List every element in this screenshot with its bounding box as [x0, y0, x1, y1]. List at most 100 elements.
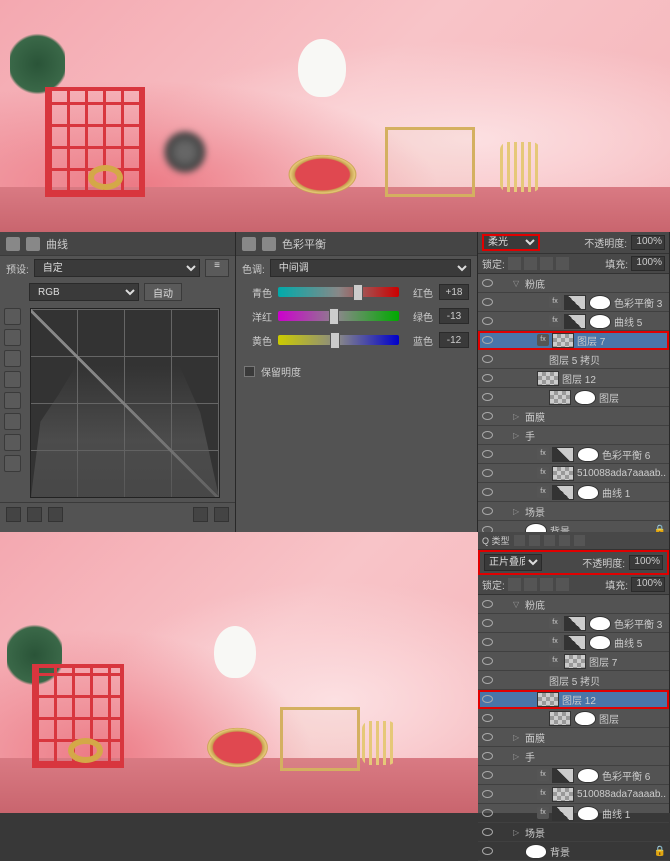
yellow-blue-slider[interactable] — [278, 335, 399, 345]
eyedrop-gray-icon[interactable] — [4, 350, 21, 367]
visibility-toggle-icon[interactable] — [481, 731, 493, 743]
delete-icon[interactable] — [214, 507, 229, 522]
layer-row[interactable]: ▽粉底 — [478, 595, 669, 614]
layer-row[interactable]: 图层 5 拷贝 — [478, 350, 669, 369]
eyedrop-white-icon[interactable] — [4, 371, 21, 388]
visibility-toggle-icon[interactable] — [481, 826, 493, 838]
lock-artboard-icon[interactable] — [540, 257, 553, 270]
layer-row[interactable]: fx510088ada7aaaab... — [478, 464, 669, 483]
visibility-toggle-icon[interactable] — [481, 448, 493, 460]
layer-row[interactable]: fx曲线 1 — [478, 804, 669, 823]
visibility-toggle-icon[interactable] — [481, 788, 493, 800]
layer-row[interactable]: fx色彩平衡 6 — [478, 766, 669, 785]
lock-pixels-icon[interactable] — [508, 578, 521, 591]
layer-row[interactable]: fx色彩平衡 6 — [478, 445, 669, 464]
layer-row[interactable]: 图层 12 — [478, 690, 669, 709]
layer-row[interactable]: ▽粉底 — [478, 274, 669, 293]
visibility-toggle-icon[interactable] — [481, 674, 493, 686]
yb-value[interactable]: -12 — [439, 332, 469, 348]
view-prev-icon[interactable] — [27, 507, 42, 522]
visibility-toggle-icon[interactable] — [481, 807, 493, 819]
layer-row[interactable]: fx图层 7 — [478, 331, 669, 350]
layer-row[interactable]: fx曲线 5 — [478, 633, 669, 652]
cr-value[interactable]: +18 — [439, 284, 469, 300]
visibility-toggle-icon[interactable] — [481, 372, 493, 384]
expand-chevron-icon[interactable]: ▷ — [513, 431, 522, 440]
blend-mode-select-2[interactable]: 正片叠底 — [484, 554, 542, 571]
visibility-toggle-icon[interactable] — [481, 712, 493, 724]
layer-row[interactable]: 图层 — [478, 388, 669, 407]
visibility-toggle-icon[interactable] — [481, 750, 493, 762]
visibility-toggle-icon[interactable] — [481, 486, 493, 498]
lock-all-icon[interactable] — [556, 257, 569, 270]
layer-row[interactable]: ▷场景 — [478, 502, 669, 521]
layer-row[interactable]: 图层 5 拷贝 — [478, 671, 669, 690]
layer-row[interactable]: fx色彩平衡 3 — [478, 614, 669, 633]
expand-chevron-icon[interactable]: ▷ — [513, 752, 522, 761]
lock-all-icon[interactable] — [556, 578, 569, 591]
expand-chevron-icon[interactable]: ▷ — [513, 733, 522, 742]
visibility-toggle-icon[interactable] — [481, 845, 493, 857]
expand-chevron-icon[interactable]: ▷ — [513, 507, 522, 516]
filter-shape-icon[interactable] — [559, 535, 570, 546]
lock-position-icon[interactable] — [524, 578, 537, 591]
reset-icon[interactable] — [48, 507, 63, 522]
lock-position-icon[interactable] — [524, 257, 537, 270]
auto-button[interactable]: 自动 — [144, 283, 182, 301]
filter-type-icon[interactable] — [544, 535, 555, 546]
visibility-toggle-icon[interactable] — [481, 769, 493, 781]
layer-row[interactable]: ▷手 — [478, 747, 669, 766]
layer-row[interactable]: fx510088ada7aaaab... — [478, 785, 669, 804]
layer-row[interactable]: ▷手 — [478, 426, 669, 445]
visibility-toggle-icon[interactable] — [481, 277, 493, 289]
visibility-toggle-icon[interactable] — [481, 296, 493, 308]
expand-chevron-icon[interactable]: ▷ — [513, 828, 522, 837]
visibility-toggle-icon[interactable] — [481, 693, 493, 705]
clip-icon[interactable] — [6, 507, 21, 522]
pencil-icon[interactable] — [4, 413, 21, 430]
filter-adj-icon[interactable] — [529, 535, 540, 546]
opacity-value[interactable]: 100% — [631, 235, 665, 250]
layer-row[interactable]: 图层 12 — [478, 369, 669, 388]
visibility-toggle-icon[interactable] — [481, 391, 493, 403]
sampler-icon[interactable] — [4, 308, 21, 325]
visibility-toggle-icon[interactable] — [481, 617, 493, 629]
visibility-toggle-icon[interactable] — [481, 410, 493, 422]
layer-row[interactable]: ▷面膜 — [478, 728, 669, 747]
layer-row[interactable]: fx曲线 1 — [478, 483, 669, 502]
lock-artboard-icon[interactable] — [540, 578, 553, 591]
opacity-value-2[interactable]: 100% — [629, 555, 663, 570]
cyan-red-slider[interactable] — [278, 287, 399, 297]
layer-row[interactable]: fx曲线 5 — [478, 312, 669, 331]
layer-row[interactable]: fx色彩平衡 3 — [478, 293, 669, 312]
curve-graph[interactable] — [30, 308, 220, 498]
visibility-toggle-icon[interactable] — [481, 353, 493, 365]
lock-pixels-icon[interactable] — [508, 257, 521, 270]
visibility-toggle-icon[interactable] — [481, 315, 493, 327]
visibility-toggle-icon[interactable] — [481, 429, 493, 441]
layer-row[interactable]: 背景🔒 — [478, 842, 669, 861]
eyedrop-black-icon[interactable] — [4, 329, 21, 346]
visibility-toggle-icon[interactable] — [481, 598, 493, 610]
toggle-vis-icon[interactable] — [193, 507, 208, 522]
preset-menu-icon[interactable]: ≡ — [205, 259, 229, 277]
smooth-icon[interactable] — [4, 434, 21, 451]
hand-icon[interactable] — [4, 455, 21, 472]
visibility-toggle-icon[interactable] — [481, 467, 493, 479]
layer-row[interactable]: ▷面膜 — [478, 407, 669, 426]
preset-select[interactable]: 自定 — [34, 259, 200, 277]
channel-select[interactable]: RGB — [29, 283, 139, 301]
tone-select[interactable]: 中间调 — [270, 259, 471, 277]
visibility-toggle-icon[interactable] — [481, 505, 493, 517]
expand-chevron-icon[interactable]: ▷ — [513, 412, 522, 421]
layer-row[interactable]: 图层 — [478, 709, 669, 728]
expand-chevron-icon[interactable]: ▽ — [513, 279, 522, 288]
layer-row[interactable]: ▷场景 — [478, 823, 669, 842]
blend-mode-select[interactable]: 柔光 — [482, 234, 540, 251]
layer-row[interactable]: fx图层 7 — [478, 652, 669, 671]
mg-value[interactable]: -13 — [439, 308, 469, 324]
visibility-toggle-icon[interactable] — [481, 334, 493, 346]
magenta-green-slider[interactable] — [278, 311, 399, 321]
visibility-toggle-icon[interactable] — [481, 636, 493, 648]
edit-curve-icon[interactable] — [4, 392, 21, 409]
